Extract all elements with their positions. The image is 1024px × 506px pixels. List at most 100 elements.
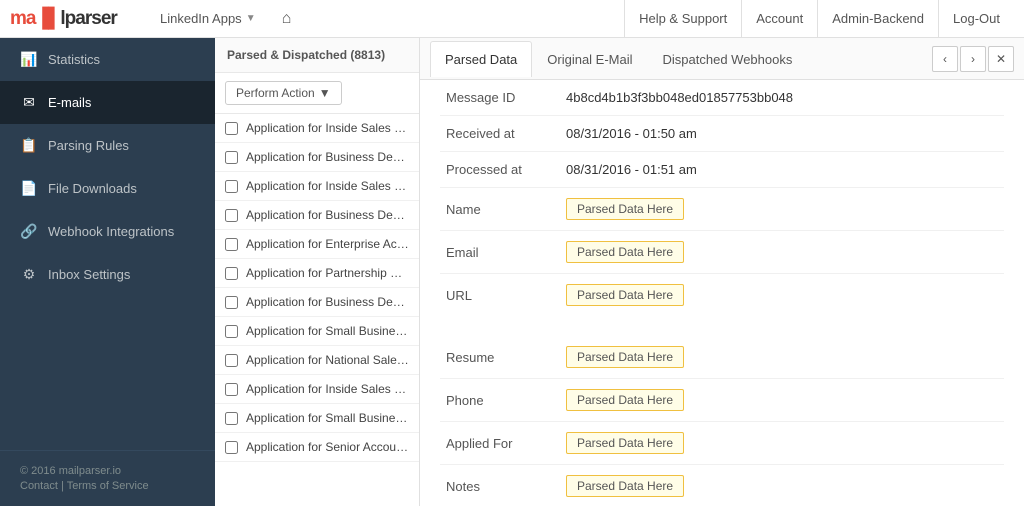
parsed-badge: Parsed Data Here: [566, 241, 684, 263]
email-list-item[interactable]: Application for Partnership Sa...: [215, 259, 419, 288]
tab-dispatched-webhooks[interactable]: Dispatched Webhooks: [648, 41, 808, 77]
field-label: Message ID: [440, 80, 560, 116]
email-list-item[interactable]: Application for Enterprise Acc...: [215, 230, 419, 259]
email-checkbox[interactable]: [225, 412, 238, 425]
dropdown-arrow-icon: ▼: [246, 13, 256, 24]
file-downloads-icon: 📄: [20, 180, 38, 197]
table-row: Message ID 4b8cd4b1b3f3bb048ed01857753bb…: [440, 80, 1004, 116]
home-icon: ⌂: [282, 10, 292, 28]
email-checkbox[interactable]: [225, 151, 238, 164]
parsed-badge: Parsed Data Here: [566, 432, 684, 454]
body-wrap: 📊 Statistics ✉ E-mails 📋 Parsing Rules 📄…: [0, 38, 1024, 506]
email-list-item[interactable]: Application for Inside Sales fro...: [215, 172, 419, 201]
email-checkbox[interactable]: [225, 325, 238, 338]
parsed-badge: Parsed Data Here: [566, 389, 684, 411]
sidebar-footer: © 2016 mailparser.io Contact | Terms of …: [0, 450, 215, 506]
table-row: Name Parsed Data Here: [440, 188, 1004, 231]
inbox-settings-icon: ⚙: [20, 266, 38, 283]
email-checkbox[interactable]: [225, 441, 238, 454]
sidebar: 📊 Statistics ✉ E-mails 📋 Parsing Rules 📄…: [0, 38, 215, 506]
email-row-text: Application for Business Deve...: [246, 150, 409, 164]
field-value: Parsed Data Here: [560, 465, 1004, 506]
nav-home[interactable]: ⌂: [272, 0, 302, 38]
table-row: Phone Parsed Data Here: [440, 379, 1004, 422]
nav-admin-backend[interactable]: Admin-Backend: [817, 0, 938, 38]
top-nav: ma▐▌lparser LinkedIn Apps ▼ ⌂ Help & Sup…: [0, 0, 1024, 38]
email-checkbox[interactable]: [225, 180, 238, 193]
field-label: Notes: [440, 465, 560, 506]
table-row: Resume Parsed Data Here: [440, 336, 1004, 379]
field-label: Phone: [440, 379, 560, 422]
field-value: 08/31/2016 - 01:51 am: [560, 152, 1004, 188]
email-list-item[interactable]: Application for Senior Account...: [215, 433, 419, 462]
logo-text: ma▐▌lparser: [10, 8, 117, 30]
email-row-text: Application for Inside Sales fro...: [246, 121, 409, 135]
perform-action-button[interactable]: Perform Action ▼: [225, 81, 342, 105]
detail-panel: Parsed Data Original E-Mail Dispatched W…: [420, 38, 1024, 506]
tab-parsed-data[interactable]: Parsed Data: [430, 41, 532, 77]
sidebar-item-inbox-settings[interactable]: ⚙ Inbox Settings: [0, 253, 215, 296]
field-label: Name: [440, 188, 560, 231]
webhook-icon: 🔗: [20, 223, 38, 240]
email-checkbox[interactable]: [225, 122, 238, 135]
field-label: URL: [440, 274, 560, 317]
email-list-item[interactable]: Application for Small Business...: [215, 404, 419, 433]
email-list-item[interactable]: Application for Inside Sales fro...: [215, 375, 419, 404]
email-list-item[interactable]: Application for National Sales ...: [215, 346, 419, 375]
field-label: Received at: [440, 116, 560, 152]
email-checkbox[interactable]: [225, 354, 238, 367]
statistics-icon: 📊: [20, 51, 38, 68]
perform-action-dropdown-arrow: ▼: [319, 86, 331, 100]
email-list-item[interactable]: Application for Inside Sales fro...: [215, 114, 419, 143]
field-value: 08/31/2016 - 01:50 am: [560, 116, 1004, 152]
email-checkbox[interactable]: [225, 296, 238, 309]
email-list-item[interactable]: Application for Small Business...: [215, 317, 419, 346]
parsing-rules-icon: 📋: [20, 137, 38, 154]
sidebar-item-file-downloads[interactable]: 📄 File Downloads: [0, 167, 215, 210]
nav-account[interactable]: Account: [741, 0, 817, 38]
tab-prev-button[interactable]: ‹: [932, 46, 958, 72]
email-row-text: Application for Small Business...: [246, 411, 409, 425]
sidebar-item-emails[interactable]: ✉ E-mails: [0, 81, 215, 124]
tab-next-button[interactable]: ›: [960, 46, 986, 72]
tab-original-email[interactable]: Original E-Mail: [532, 41, 647, 77]
table-row: Notes Parsed Data Here: [440, 465, 1004, 506]
table-row: URL Parsed Data Here: [440, 274, 1004, 317]
contact-link[interactable]: Contact: [20, 480, 58, 492]
email-list-item[interactable]: Application for Business Deve...: [215, 143, 419, 172]
email-list-item[interactable]: Application for Business Deve...: [215, 201, 419, 230]
email-list-item[interactable]: Application for Business Deve...: [215, 288, 419, 317]
email-checkbox[interactable]: [225, 209, 238, 222]
detail-body: Message ID 4b8cd4b1b3f3bb048ed01857753bb…: [420, 80, 1024, 506]
email-row-text: Application for National Sales ...: [246, 353, 409, 367]
emails-icon: ✉: [20, 94, 38, 111]
parsed-badge: Parsed Data Here: [566, 284, 684, 306]
sidebar-item-parsing-rules[interactable]: 📋 Parsing Rules: [0, 124, 215, 167]
table-row: Email Parsed Data Here: [440, 231, 1004, 274]
parsed-badge: Parsed Data Here: [566, 475, 684, 497]
field-value: Parsed Data Here: [560, 336, 1004, 379]
email-checkbox[interactable]: [225, 267, 238, 280]
field-label: Processed at: [440, 152, 560, 188]
nav-logout[interactable]: Log-Out: [938, 0, 1014, 38]
center-nav: LinkedIn Apps ▼ ⌂: [150, 0, 624, 38]
field-value: Parsed Data Here: [560, 422, 1004, 465]
email-row-text: Application for Senior Account...: [246, 440, 409, 454]
sidebar-item-webhook-integrations[interactable]: 🔗 Webhook Integrations: [0, 210, 215, 253]
nav-help-support[interactable]: Help & Support: [624, 0, 741, 38]
email-row-text: Application for Inside Sales fro...: [246, 382, 409, 396]
table-row: Applied For Parsed Data Here: [440, 422, 1004, 465]
field-label: Applied For: [440, 422, 560, 465]
email-checkbox[interactable]: [225, 383, 238, 396]
nav-linkedin-apps[interactable]: LinkedIn Apps ▼: [150, 0, 266, 38]
email-row-text: Application for Business Deve...: [246, 295, 409, 309]
sidebar-item-statistics[interactable]: 📊 Statistics: [0, 38, 215, 81]
table-row: Processed at 08/31/2016 - 01:51 am: [440, 152, 1004, 188]
email-list-panel: Parsed & Dispatched (8813) Perform Actio…: [215, 38, 420, 506]
email-checkbox[interactable]: [225, 238, 238, 251]
field-label: Resume: [440, 336, 560, 379]
email-list-toolbar: Perform Action ▼: [215, 73, 419, 114]
tab-close-button[interactable]: ✕: [988, 46, 1014, 72]
right-nav: Help & Support Account Admin-Backend Log…: [624, 0, 1014, 38]
terms-link[interactable]: Terms of Service: [67, 480, 149, 492]
